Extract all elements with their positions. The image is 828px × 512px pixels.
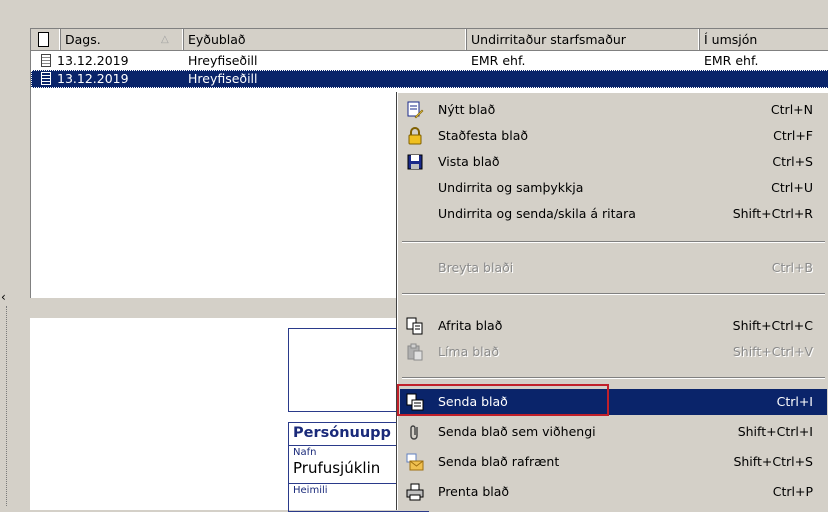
column-header-in-charge[interactable]: Í umsjón	[700, 29, 828, 50]
copy-icon	[406, 317, 423, 335]
menu-item-shortcut: Ctrl+S	[772, 154, 813, 169]
left-splitter[interactable]: ‹	[0, 0, 12, 510]
menu-item-save-sheet[interactable]: Vista blað Ctrl+S	[400, 149, 827, 175]
lock-icon	[408, 127, 422, 145]
paste-icon	[407, 343, 423, 361]
save-icon	[407, 154, 423, 170]
row-form: Hreyfiseðill	[188, 53, 258, 68]
column-header-date[interactable]: Dags. △	[61, 29, 184, 50]
new-sheet-icon	[407, 101, 424, 119]
menu-item-shortcut: Shift+Ctrl+V	[732, 344, 813, 359]
printer-icon	[406, 483, 424, 501]
name-label: Nafn	[293, 447, 317, 458]
menu-item-new-sheet[interactable]: Nýtt blað Ctrl+N	[400, 97, 827, 123]
menu-item-label: Líma blað	[438, 344, 499, 359]
column-header-form-label: Eyðublað	[188, 32, 246, 47]
table-row[interactable]: 13.12.2019 Hreyfiseðill EMR ehf. EMR ehf…	[31, 52, 828, 70]
menu-item-label: Undirrita og samþykkja	[438, 180, 584, 195]
menu-item-edit-sheet[interactable]: Breyta blaði Ctrl+B	[400, 255, 827, 281]
column-header-form[interactable]: Eyðublað	[184, 29, 467, 50]
menu-item-shortcut: Shift+Ctrl+S	[733, 454, 813, 469]
menu-item-label: Breyta blaði	[438, 260, 514, 275]
menu-item-paste-sheet[interactable]: Líma blað Shift+Ctrl+V	[400, 339, 827, 365]
column-header-date-label: Dags.	[65, 32, 101, 47]
column-header-signed-by-label: Undirritaður starfsmaður	[471, 32, 626, 47]
name-value: Prufusjúklin	[293, 459, 381, 477]
menu-item-label: Senda blað	[438, 394, 508, 409]
menu-item-label: Staðfesta blað	[438, 128, 528, 143]
row-signed-by: EMR ehf.	[471, 53, 526, 68]
menu-item-copy-sheet[interactable]: Afrita blað Shift+Ctrl+C	[400, 313, 827, 339]
context-menu: Nýtt blað Ctrl+N Staðfesta blað Ctrl+F V…	[397, 92, 828, 510]
document-header-icon	[38, 32, 49, 47]
column-header-signed-by[interactable]: Undirritaður starfsmaður	[467, 29, 700, 50]
menu-separator	[402, 293, 825, 295]
collapse-left-icon[interactable]: ‹	[1, 291, 6, 303]
menu-item-shortcut: Shift+Ctrl+C	[732, 318, 813, 333]
menu-item-shortcut: Shift+Ctrl+I	[737, 424, 813, 439]
document-icon	[41, 70, 55, 88]
paperclip-icon	[410, 425, 418, 440]
menu-item-label: Afrita blað	[438, 318, 503, 333]
sort-ascending-icon: △	[161, 34, 169, 45]
row-date: 13.12.2019	[57, 71, 129, 86]
menu-item-shortcut: Ctrl+F	[773, 128, 813, 143]
menu-item-sign-send-secretary[interactable]: Undirrita og senda/skila á ritara Shift+…	[400, 201, 827, 227]
send-icon	[406, 393, 424, 411]
row-form: Hreyfiseðill	[188, 71, 258, 86]
menu-item-confirm-sheet[interactable]: Staðfesta blað Ctrl+F	[400, 123, 827, 149]
menu-item-shortcut: Ctrl+P	[772, 484, 813, 499]
menu-item-shortcut: Ctrl+U	[771, 180, 813, 195]
menu-separator	[402, 241, 825, 243]
menu-item-send-as-attachment[interactable]: Senda blað sem viðhengi Shift+Ctrl+I	[400, 419, 827, 445]
menu-item-shortcut: Ctrl+B	[771, 260, 813, 275]
menu-item-label: Senda blað sem viðhengi	[438, 424, 596, 439]
envelope-icon	[406, 453, 424, 471]
signed-document-icon	[41, 52, 55, 70]
menu-item-shortcut: Ctrl+I	[776, 394, 813, 409]
menu-item-label: Vista blað	[438, 154, 500, 169]
menu-item-print-sheet[interactable]: Prenta blað Ctrl+P	[400, 479, 827, 505]
menu-item-label: Prenta blað	[438, 484, 510, 499]
address-label: Heimili	[293, 485, 328, 496]
menu-item-send-electronic[interactable]: Senda blað rafrænt Shift+Ctrl+S	[400, 449, 827, 475]
splitter-grip[interactable]	[6, 306, 8, 506]
menu-item-label: Undirrita og senda/skila á ritara	[438, 206, 636, 221]
menu-item-shortcut: Ctrl+N	[770, 102, 813, 117]
menu-item-sign-approve[interactable]: Undirrita og samþykkja Ctrl+U	[400, 175, 827, 201]
menu-item-label: Nýtt blað	[438, 102, 496, 117]
menu-item-shortcut: Shift+Ctrl+R	[732, 206, 813, 221]
column-header-icon[interactable]	[31, 29, 61, 50]
column-header-in-charge-label: Í umsjón	[704, 32, 758, 47]
list-header: Dags. △ Eyðublað Undirritaður starfsmaðu…	[31, 29, 828, 51]
table-row-selected[interactable]: 13.12.2019 Hreyfiseðill	[31, 70, 828, 88]
menu-item-send-sheet[interactable]: Senda blað Ctrl+I	[400, 389, 827, 415]
row-date: 13.12.2019	[57, 53, 129, 68]
row-in-charge: EMR ehf.	[704, 53, 759, 68]
menu-item-label: Senda blað rafrænt	[438, 454, 560, 469]
menu-separator	[402, 377, 825, 379]
